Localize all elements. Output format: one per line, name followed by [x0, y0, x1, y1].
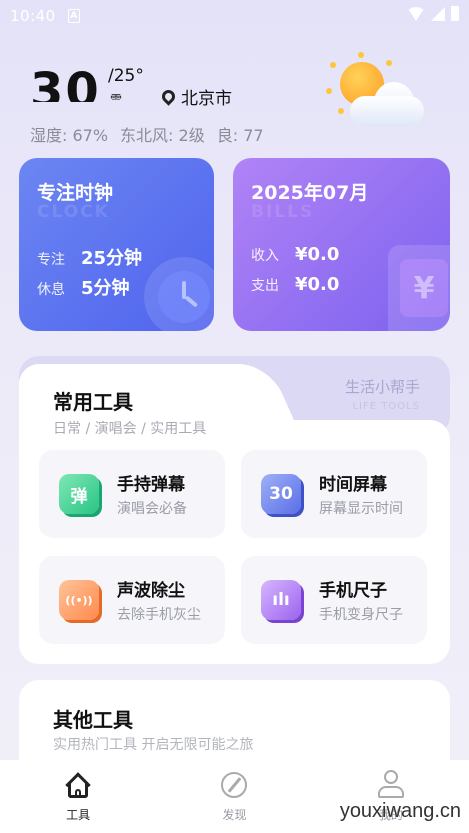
wind: 东北风: 2级: [120, 126, 205, 145]
common-tools-panel: 常用工具 日常 / 演唱会 / 实用工具 生活小帮手 LIFE TOOLS 弹 …: [19, 356, 450, 664]
bills-card[interactable]: 2025年07月 BILLS 收入 ¥0.0 支出 ¥0.0 ¥: [233, 158, 450, 331]
other-tools-subtitle: 实用热门工具 开启无限可能之旅: [53, 737, 254, 753]
status-bar: 10:40 A: [0, 0, 469, 32]
location-name: 北京市: [181, 89, 232, 109]
time-screen-icon: 30: [261, 474, 301, 514]
rest-row: 休息 5分钟: [37, 274, 130, 300]
weather-widget[interactable]: 30 /25° 雷 北京市 湿度: 67% 东北风: 2级 良: 77: [30, 52, 450, 152]
tool-name: 手持弹幕: [117, 475, 185, 495]
battery-icon: [451, 6, 459, 21]
wifi-icon: [407, 6, 425, 21]
status-icons: [407, 6, 459, 21]
current-temperature: 30: [30, 63, 101, 102]
expense-row: 支出 ¥0.0: [251, 274, 339, 295]
bills-month: 2025年07月: [251, 182, 369, 204]
nav-tools[interactable]: 工具: [0, 760, 156, 833]
life-helper-subtitle: LIFE TOOLS: [352, 401, 420, 412]
tool-phone-ruler[interactable]: ılı 手机尺子 手机变身尺子: [241, 556, 427, 644]
expense-value: ¥0.0: [295, 274, 340, 295]
focus-clock-title: 专注时钟: [37, 182, 114, 204]
tool-name: 声波除尘: [117, 581, 185, 601]
soundwave-icon: ((•)): [59, 580, 99, 620]
location[interactable]: 北京市: [159, 84, 232, 109]
tool-desc: 屏幕显示时间: [319, 501, 403, 517]
humidity: 湿度: 67%: [30, 126, 109, 145]
tool-danmaku[interactable]: 弹 手持弹幕 演唱会必备: [39, 450, 225, 538]
common-tools-subtitle: 日常 / 演唱会 / 实用工具: [53, 421, 207, 437]
nav-discover[interactable]: 发现: [156, 760, 312, 833]
expense-label: 支出: [251, 278, 279, 294]
home-icon: [63, 770, 93, 800]
low-temperature: /25°: [108, 66, 144, 86]
nav-label: 发现: [222, 808, 247, 822]
focus-label: 专注: [37, 252, 65, 268]
rest-value: 5分钟: [81, 278, 130, 299]
nav-label: 工具: [66, 808, 91, 822]
focus-clock-watermark: CLOCK: [37, 202, 110, 222]
weather-condition: 雷: [110, 93, 123, 100]
user-icon: [376, 770, 406, 800]
rest-label: 休息: [37, 282, 65, 298]
focus-clock-card[interactable]: 专注时钟 CLOCK 专注 25分钟 休息 5分钟: [19, 158, 214, 331]
compass-icon: [219, 770, 249, 800]
yen-icon: ¥: [388, 245, 450, 331]
tool-name: 时间屏幕: [319, 475, 387, 495]
clock-icon: [144, 257, 214, 331]
income-label: 收入: [251, 248, 279, 264]
common-tools-title: 常用工具: [53, 390, 133, 414]
tool-soundwave-clean[interactable]: ((•)) 声波除尘 去除手机灰尘: [39, 556, 225, 644]
bills-watermark: BILLS: [251, 202, 315, 222]
air-quality: 良: 77: [216, 126, 264, 145]
site-watermark: youxiwang.cn: [339, 800, 461, 822]
focus-row: 专注 25分钟: [37, 244, 142, 270]
life-helper-title: 生活小帮手: [344, 378, 420, 396]
income-row: 收入 ¥0.0: [251, 244, 339, 265]
ruler-icon: ılı: [261, 580, 301, 620]
sun-cloud-icon: [326, 52, 430, 134]
danmaku-icon: 弹: [59, 474, 99, 514]
tool-time-screen[interactable]: 30 时间屏幕 屏幕显示时间: [241, 450, 427, 538]
tool-desc: 去除手机灰尘: [117, 607, 201, 623]
income-value: ¥0.0: [295, 244, 340, 265]
life-helper-tab[interactable]: 生活小帮手 LIFE TOOLS: [345, 376, 420, 412]
other-tools-title: 其他工具: [53, 708, 133, 732]
location-pin-icon: [159, 87, 178, 106]
tool-desc: 手机变身尺子: [319, 607, 403, 623]
status-time: 10:40: [10, 7, 56, 25]
tool-desc: 演唱会必备: [117, 501, 187, 517]
notification-icon: A: [67, 9, 80, 23]
tool-name: 手机尺子: [319, 581, 387, 601]
signal-icon: [431, 6, 445, 21]
weather-details: 湿度: 67% 东北风: 2级 良: 77: [30, 122, 264, 146]
focus-value: 25分钟: [81, 248, 143, 269]
